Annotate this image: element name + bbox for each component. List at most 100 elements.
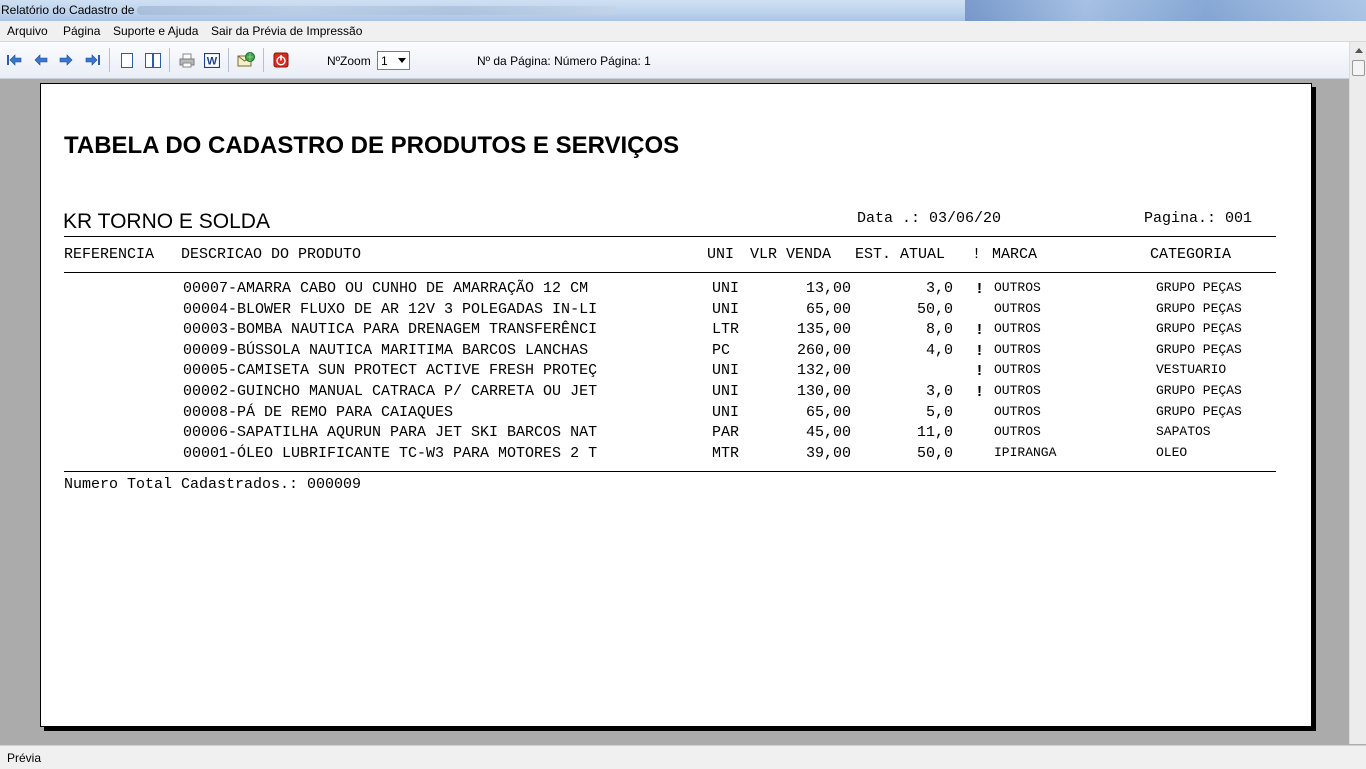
row-current-stock: 8,0 — [925, 321, 953, 338]
row-description: 00001-ÓLEO LUBRIFICANTE TC-W3 PARA MOTOR… — [183, 445, 598, 462]
exit-icon[interactable] — [272, 52, 290, 68]
row-brand: OUTROS — [994, 321, 1041, 336]
scroll-up-icon[interactable] — [1350, 42, 1366, 59]
row-stock-alert: ! — [977, 362, 982, 379]
next-page-icon[interactable] — [57, 52, 75, 68]
last-page-icon[interactable] — [84, 52, 102, 68]
row-sale-value: 45,00 — [805, 424, 851, 441]
toolbar-separator — [263, 48, 264, 72]
status-bar: Prévia — [0, 745, 1366, 769]
row-sale-value: 65,00 — [805, 301, 851, 318]
menu-sair-previa[interactable]: Sair da Prévia de Impressão — [211, 24, 362, 38]
row-sale-value: 132,00 — [796, 362, 851, 379]
chevron-down-icon[interactable] — [395, 52, 409, 69]
col-header-cat: CATEGORIA — [1150, 246, 1232, 263]
row-brand: OUTROS — [994, 342, 1041, 357]
footer-rule — [64, 471, 1276, 472]
row-current-stock: 3,0 — [925, 383, 953, 400]
report-date: Data .: 03/06/20 — [857, 210, 1002, 227]
row-description: 00004-BLOWER FLUXO DE AR 12V 3 POLEGADAS… — [183, 301, 598, 318]
menu-bar: Arquivo Página Suporte e Ajuda Sair da P… — [0, 21, 1366, 42]
col-header-flag: ! — [972, 246, 982, 263]
row-unit: LTR — [712, 321, 740, 338]
zoom-value: 1 — [381, 54, 388, 68]
word-export-icon[interactable]: W — [203, 52, 221, 68]
zoom-select[interactable]: 1 — [377, 51, 410, 70]
row-stock-alert: ! — [977, 321, 982, 338]
col-header-desc: DESCRICAO DO PRODUTO — [181, 246, 362, 263]
first-page-icon[interactable] — [5, 52, 23, 68]
row-sale-value: 39,00 — [805, 445, 851, 462]
col-header-marca: MARCA — [992, 246, 1038, 263]
row-category: SAPATOS — [1156, 424, 1211, 439]
print-icon[interactable] — [178, 52, 196, 68]
row-stock-alert: ! — [977, 280, 982, 297]
row-category: GRUPO PEÇAS — [1156, 383, 1242, 398]
toolbar-separator — [109, 48, 110, 72]
row-sale-value: 130,00 — [796, 383, 851, 400]
single-page-icon[interactable] — [118, 52, 136, 68]
row-category: OLEO — [1156, 445, 1188, 460]
row-brand: IPIRANGA — [994, 445, 1057, 460]
window-title: Relatório do Cadastro de — [1, 3, 135, 17]
row-brand: OUTROS — [994, 280, 1041, 295]
vertical-scrollbar[interactable] — [1349, 42, 1366, 744]
report-title: TABELA DO CADASTRO DE PRODUTOS E SERVIÇO… — [64, 132, 680, 159]
company-name: KR TORNO E SOLDA — [63, 210, 270, 233]
scroll-thumb[interactable] — [1352, 60, 1365, 76]
row-category: GRUPO PEÇAS — [1156, 342, 1242, 357]
col-header-ref: REFERENCIA — [64, 246, 155, 263]
email-icon[interactable] — [237, 52, 255, 68]
row-category: GRUPO PEÇAS — [1156, 280, 1242, 295]
row-sale-value: 260,00 — [796, 342, 851, 359]
menu-suporte-ajuda[interactable]: Suporte e Ajuda — [113, 24, 198, 38]
row-current-stock: 3,0 — [925, 280, 953, 297]
toolbar-separator — [169, 48, 170, 72]
row-unit: PAR — [712, 424, 740, 441]
row-category: GRUPO PEÇAS — [1156, 301, 1242, 316]
row-description: 00006-SAPATILHA AQURUN PARA JET SKI BARC… — [183, 424, 598, 441]
menu-pagina[interactable]: Página — [63, 24, 100, 38]
report-page: TABELA DO CADASTRO DE PRODUTOS E SERVIÇO… — [40, 83, 1312, 727]
row-unit: UNI — [712, 383, 740, 400]
row-current-stock: 4,0 — [925, 342, 953, 359]
row-description: 00009-BÚSSOLA NAUTICA MARITIMA BARCOS LA… — [183, 342, 589, 359]
row-current-stock: 5,0 — [925, 404, 953, 421]
row-sale-value: 65,00 — [805, 404, 851, 421]
menu-arquivo[interactable]: Arquivo — [7, 24, 48, 38]
total-registered: Numero Total Cadastrados.: 000009 — [64, 476, 362, 493]
row-stock-alert: ! — [977, 383, 982, 400]
row-unit: UNI — [712, 362, 740, 379]
row-current-stock: 50,0 — [916, 301, 953, 318]
row-brand: OUTROS — [994, 424, 1041, 439]
col-header-est: EST. ATUAL — [855, 246, 946, 263]
row-brand: OUTROS — [994, 301, 1041, 316]
row-unit: UNI — [712, 301, 740, 318]
zoom-label: NºZoom — [327, 54, 371, 68]
title-bar: Relatório do Cadastro de — [0, 0, 1366, 21]
toolbar: W NºZoom 1 Nº da Página: Número Página: … — [0, 42, 1349, 79]
row-unit: UNI — [712, 280, 740, 297]
two-pages-icon[interactable] — [144, 52, 162, 68]
row-description: 00007-AMARRA CABO OU CUNHO DE AMARRAÇÃO … — [183, 280, 589, 297]
row-sale-value: 135,00 — [796, 321, 851, 338]
col-header-uni: UNI — [707, 246, 735, 263]
header-bottom-rule — [64, 272, 1276, 273]
row-description: 00002-GUINCHO MANUAL CATRACA P/ CARRETA … — [183, 383, 598, 400]
status-text: Prévia — [7, 751, 42, 765]
row-category: GRUPO PEÇAS — [1156, 404, 1242, 419]
row-category: VESTUARIO — [1156, 362, 1227, 377]
col-header-vlr: VLR VENDA — [750, 246, 832, 263]
toolbar-separator — [228, 48, 229, 72]
previous-page-icon[interactable] — [32, 52, 50, 68]
row-unit: MTR — [712, 445, 740, 462]
row-unit: PC — [712, 342, 731, 359]
row-category: GRUPO PEÇAS — [1156, 321, 1242, 336]
row-description: 00008-PÁ DE REMO PARA CAIAQUES — [183, 404, 454, 421]
row-description: 00005-CAMISETA SUN PROTECT ACTIVE FRESH … — [183, 362, 598, 379]
title-blurred-area — [965, 0, 1366, 21]
page-number-label: Nº da Página: Número Página: 1 — [477, 54, 651, 68]
title-blurred-text — [137, 6, 617, 15]
report-page-number: Pagina.: 001 — [1144, 210, 1253, 227]
row-sale-value: 13,00 — [805, 280, 851, 297]
